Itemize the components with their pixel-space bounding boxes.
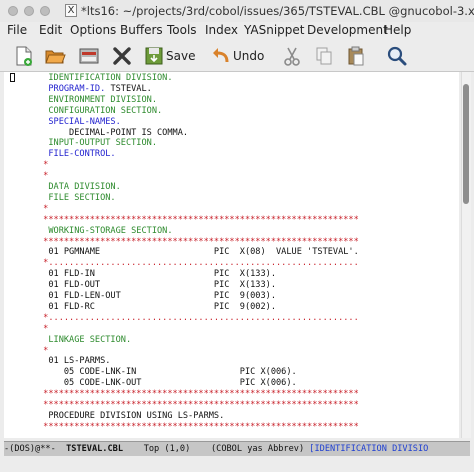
scrollbar-thumb[interactable] <box>463 84 469 204</box>
menu-options[interactable]: Options <box>70 23 116 37</box>
code-line[interactable]: 05 CODE-LNK-OUT PIC X(006). <box>38 378 297 389</box>
maximize-window-button[interactable] <box>40 6 50 16</box>
menu-help[interactable]: Help <box>384 23 411 37</box>
code-line[interactable]: FILE SECTION. <box>38 193 115 204</box>
code-line[interactable]: 01 PGMNAME PIC X(08) VALUE 'TSTEVAL'. <box>38 247 358 258</box>
new-file-button[interactable] <box>14 45 34 67</box>
cut-button[interactable] <box>282 45 302 67</box>
menu-bar: File Edit Options Buffers Tools Index YA… <box>0 22 474 41</box>
title-bar[interactable]: X *lts16: ~/projects/3rd/cobol/issues/36… <box>0 0 474 23</box>
modeline-status: -(DOS)@**- <box>4 444 67 454</box>
code-line[interactable]: * <box>38 204 48 215</box>
menu-file[interactable]: File <box>7 23 27 37</box>
modeline-modes[interactable]: (COBOL yas Abbrev) <box>211 444 309 454</box>
dired-button[interactable] <box>78 45 100 67</box>
code-line[interactable]: ****************************************… <box>38 400 359 411</box>
minimize-window-button[interactable] <box>24 6 34 16</box>
echo-area <box>0 456 474 472</box>
code-line[interactable]: DECIMAL-POINT IS COMMA. <box>38 128 188 139</box>
text-cursor <box>10 73 15 82</box>
code-line[interactable]: * <box>38 346 48 357</box>
code-line[interactable]: 05 CODE-LNK-IN PIC X(006). <box>38 367 297 378</box>
editor-buffer[interactable]: IDENTIFICATION DIVISION. PROGRAM-ID. TST… <box>4 72 459 438</box>
close-window-button[interactable] <box>8 6 18 16</box>
code-line[interactable]: 01 FLD-IN PIC X(133). <box>38 269 276 280</box>
code-line[interactable]: INPUT-OUTPUT SECTION. <box>38 138 157 149</box>
emacs-window: X *lts16: ~/projects/3rd/cobol/issues/36… <box>0 0 474 472</box>
copy-icon <box>316 47 332 65</box>
close-x-icon <box>113 47 131 65</box>
menu-buffers[interactable]: Buffers <box>120 23 163 37</box>
paste-button[interactable] <box>346 45 366 67</box>
mode-line[interactable]: -(DOS)@**- TSTEVAL.CBL Top (1,0) (COBOL … <box>4 441 470 457</box>
code-line[interactable]: ****************************************… <box>38 237 359 248</box>
save-button[interactable]: Save <box>144 45 195 67</box>
code-line[interactable]: PROGRAM-ID. TSTEVAL. <box>38 84 152 95</box>
open-folder-icon <box>45 50 66 64</box>
code-line[interactable]: PROCEDURE DIVISION USING LS-PARMS. <box>38 411 224 422</box>
code-line[interactable]: * <box>38 160 48 171</box>
undo-label: Undo <box>233 49 265 63</box>
menu-edit[interactable]: Edit <box>39 23 62 37</box>
x11-app-icon: X <box>65 4 77 17</box>
code-line[interactable]: WORKING-STORAGE SECTION. <box>38 226 172 237</box>
modeline-buffer-name[interactable]: TSTEVAL.CBL <box>66 444 123 454</box>
code-line[interactable]: ****************************************… <box>38 422 359 433</box>
code-line[interactable]: 01 FLD-LEN-OUT PIC 9(003). <box>38 291 276 302</box>
code-line[interactable]: 01 FLD-OUT PIC X(133). <box>38 280 276 291</box>
code-line[interactable]: ENVIRONMENT DIVISION. <box>38 95 157 106</box>
tool-bar: Save Undo <box>0 41 474 72</box>
code-line[interactable]: DATA DIVISION. <box>38 182 120 193</box>
code-line[interactable]: FILE-CONTROL. <box>38 149 115 160</box>
open-file-button[interactable] <box>44 45 66 67</box>
window-title: *lts16: ~/projects/3rd/cobol/issues/365/… <box>81 4 474 18</box>
code-line[interactable]: ****************************************… <box>38 389 359 400</box>
copy-button[interactable] <box>314 45 334 67</box>
vertical-scrollbar[interactable] <box>461 72 471 438</box>
scissors-icon <box>284 47 300 66</box>
dired-icon <box>79 48 99 64</box>
modeline-which-function: [IDENTIFICATION DIVISIO <box>309 444 429 454</box>
new-file-icon <box>16 46 32 66</box>
code-line[interactable]: 01 LS-PARMS. <box>38 356 110 367</box>
code-line[interactable]: * <box>38 324 48 335</box>
code-line[interactable]: LINKAGE SECTION. <box>38 335 131 346</box>
menu-tools[interactable]: Tools <box>167 23 197 37</box>
code-line[interactable]: CONFIGURATION SECTION. <box>38 106 162 117</box>
search-button[interactable] <box>386 45 408 67</box>
code-line[interactable]: IDENTIFICATION DIVISION. <box>38 73 172 84</box>
menu-index[interactable]: Index <box>205 23 238 37</box>
code-line[interactable]: *.......................................… <box>38 313 359 324</box>
menu-yasnippet[interactable]: YASnippet <box>244 23 305 37</box>
code-line[interactable]: 01 FLD-RC PIC 9(002). <box>38 302 276 313</box>
code-line[interactable]: *.......................................… <box>38 258 359 269</box>
code-line[interactable]: ****************************************… <box>38 215 359 226</box>
code-line[interactable]: SPECIAL-NAMES. <box>38 117 120 128</box>
kill-buffer-button[interactable] <box>111 45 133 67</box>
menu-development[interactable]: Development <box>307 23 388 37</box>
save-icon <box>145 47 163 65</box>
code-line[interactable]: * <box>38 171 48 182</box>
modeline-position: Top (1,0) <box>123 444 211 454</box>
undo-icon <box>213 48 229 63</box>
undo-button[interactable]: Undo <box>211 45 264 67</box>
search-icon <box>387 46 407 66</box>
paste-icon <box>348 46 364 66</box>
save-label: Save <box>166 49 196 63</box>
